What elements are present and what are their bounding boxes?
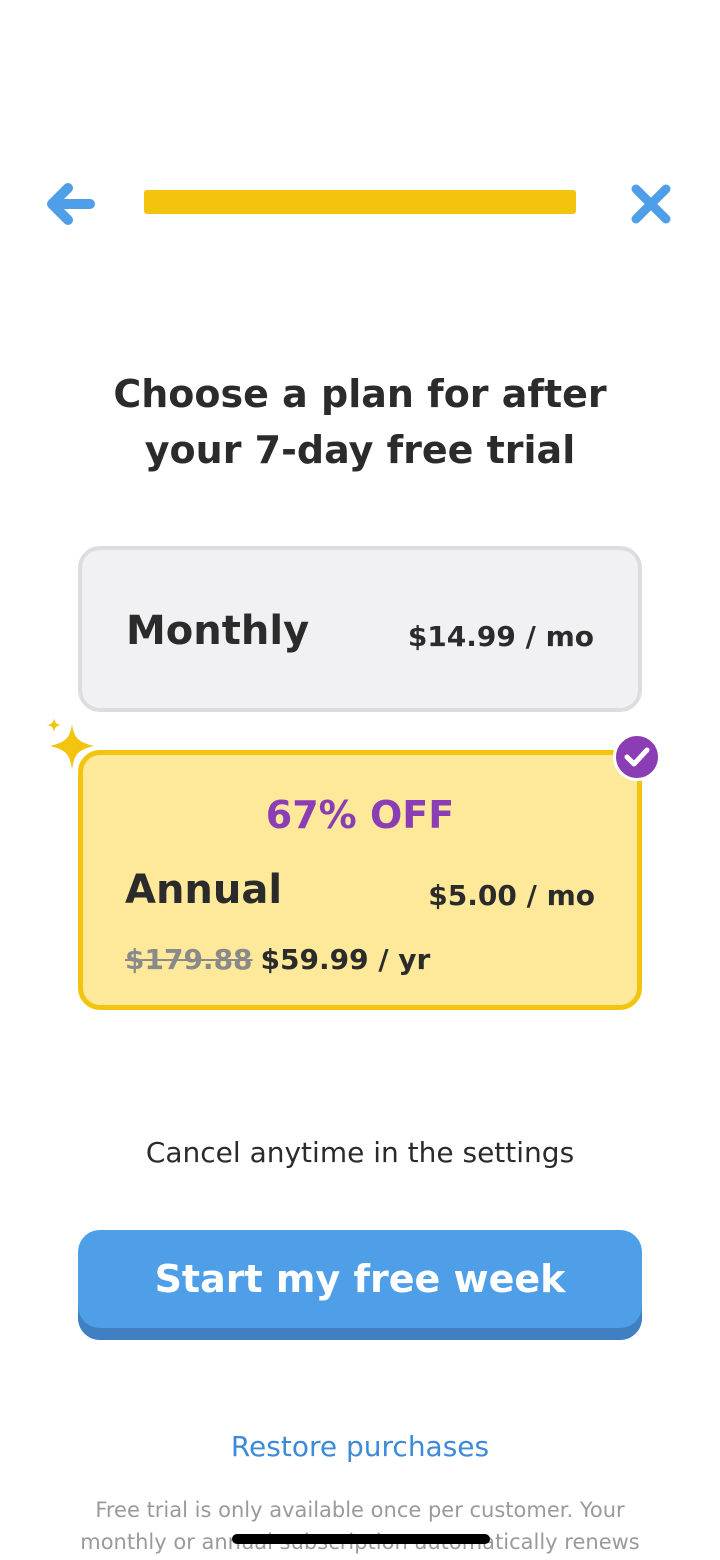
arrow-left-icon: [47, 183, 95, 225]
discount-label: 67% OFF: [265, 793, 455, 837]
yearly-price: $59.99 / yr: [260, 943, 431, 976]
paywall-screen: Choose a plan for after your 7-day free …: [0, 0, 720, 1560]
original-price: $179.88: [125, 943, 253, 976]
close-icon: [631, 184, 671, 224]
cancel-note: Cancel anytime in the settings: [145, 1136, 575, 1169]
start-free-week-button[interactable]: Start my free week: [78, 1230, 642, 1340]
page-title: Choose a plan for after your 7-day free …: [113, 372, 607, 472]
plan-price: $14.99 / mo: [407, 620, 594, 653]
progress-bar: [144, 190, 576, 214]
progress-bar-fill: [144, 190, 576, 214]
selected-check-badge: [613, 733, 661, 781]
back-button[interactable]: [40, 176, 100, 232]
home-indicator[interactable]: [232, 1534, 490, 1544]
plan-name: Monthly: [126, 608, 310, 654]
checkmark-icon: [624, 747, 650, 767]
yearly-price-row: $179.88 $59.99 / yr: [125, 943, 430, 976]
plan-option-monthly[interactable]: Monthly $14.99 / mo: [78, 546, 642, 712]
restore-purchases-link[interactable]: Restore purchases: [60, 1430, 660, 1463]
plan-option-annual[interactable]: 67% OFF Annual $5.00 / mo $179.88 $59.99 …: [78, 750, 642, 1010]
close-button[interactable]: [622, 176, 680, 232]
fineprint: Free trial is only available once per cu…: [80, 1498, 640, 1554]
plan-name: Annual: [125, 867, 283, 913]
plan-price: $5.00 / mo: [428, 879, 595, 912]
